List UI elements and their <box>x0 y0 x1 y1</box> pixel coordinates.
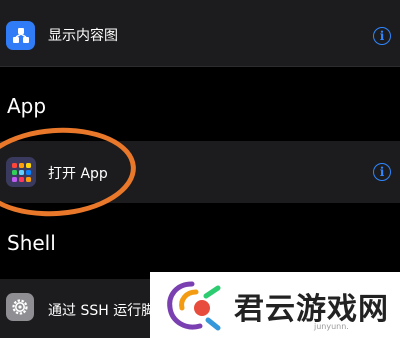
gear-icon <box>6 293 34 321</box>
shortcuts-action-list: 显示内容图 i App 打开 App i Shell 通过 SSH 运行脚 君云… <box>0 0 400 338</box>
watermark-banner: 君云游戏网 junyunn. <box>150 272 400 338</box>
watermark-subtext: junyunn. <box>314 322 349 331</box>
info-icon[interactable]: i <box>373 27 391 45</box>
action-label-run-ssh: 通过 SSH 运行脚 <box>48 303 156 319</box>
watermark-logo-icon <box>167 281 221 331</box>
app-grid-icon <box>6 157 36 187</box>
action-row-show-content[interactable]: 显示内容图 i <box>0 0 400 66</box>
action-row-open-app[interactable]: 打开 App <box>0 141 400 203</box>
section-header-app: App <box>7 94 47 118</box>
info-icon[interactable]: i <box>373 163 391 181</box>
shapes-icon <box>6 21 35 50</box>
divider <box>0 66 400 67</box>
action-label-open-app: 打开 App <box>48 166 108 182</box>
section-header-shell: Shell <box>7 231 56 255</box>
watermark-text: 君云游戏网 <box>234 292 389 327</box>
action-label-show-content: 显示内容图 <box>48 28 118 44</box>
